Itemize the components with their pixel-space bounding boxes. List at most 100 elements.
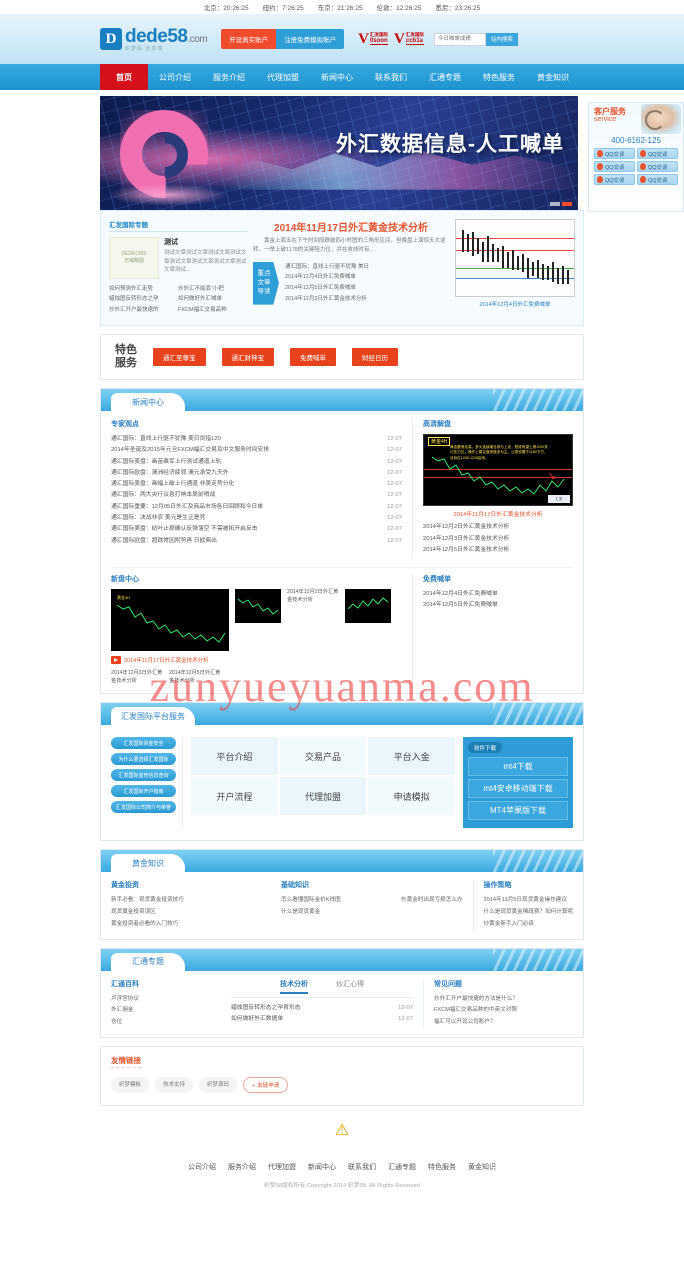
open-demo-account-button[interactable]: 注册免费模拟账户 bbox=[276, 29, 345, 49]
platform-cell-intro[interactable]: 平台介绍 bbox=[191, 737, 278, 776]
hd-list-item[interactable]: 2014年12月2日外汇黄金技术分析 bbox=[423, 522, 573, 534]
site-logo[interactable]: D dede58.com 织梦码 创享课 bbox=[100, 27, 208, 52]
feature-headline-title[interactable]: 2014年11月17日外汇黄金技术分析 bbox=[253, 219, 449, 234]
feature-link[interactable]: 蜡烛图反转形态之孕 bbox=[109, 294, 178, 304]
partner-logo-1[interactable]: V 汇发国际 0soon bbox=[358, 31, 389, 46]
video-big-thumbnail[interactable]: 黄金4H bbox=[111, 588, 229, 651]
news-center-tab[interactable]: 新闻中心 bbox=[111, 393, 185, 411]
platform-side-link-2[interactable]: 为什么要选择汇发国际 bbox=[111, 753, 176, 766]
video-big-caption-row[interactable]: 2014年11月17日外汇黄金技术分析 bbox=[111, 655, 229, 664]
news-list-item[interactable]: 通汇国际：决战非农 美元是生正是死 12-07 bbox=[111, 513, 402, 524]
hd-chart-caption[interactable]: 2014年11月17日外汇黄金技术分析 bbox=[423, 509, 573, 518]
key-reading-link[interactable]: 2014年12月4日外汇免费喊单 bbox=[285, 272, 449, 283]
friend-link-chip-2[interactable]: 技术支持 bbox=[155, 1076, 194, 1093]
huitong-faq-link[interactable]: 炒外汇开户最快捷的方法是什么？ bbox=[434, 994, 573, 1006]
news-list-item[interactable]: 通汇国际欧盘：澳洲经济疲弱 澳元承受九天外 12-07 bbox=[111, 468, 402, 479]
news-list-item[interactable]: 2014年圣诞及2015年元旦FXCM福汇交易及中文服务时间安排 12-07 bbox=[111, 445, 402, 456]
video-small-thumbnail-1[interactable] bbox=[235, 588, 281, 623]
friend-link-chip-1[interactable]: 织梦模板 bbox=[111, 1076, 150, 1093]
download-mt4-apple-button[interactable]: MT4苹果版下载 bbox=[468, 801, 568, 821]
qq-chat-button-3[interactable]: QQ交谈 bbox=[594, 161, 635, 172]
free-signal-item[interactable]: 2014年12月4日外汇免费喊单 bbox=[423, 589, 573, 601]
platform-cell-agency[interactable]: 代理加盟 bbox=[279, 777, 367, 816]
free-signal-item[interactable]: 2014年12月5日外汇免费喊单 bbox=[423, 600, 573, 612]
news-list-item[interactable]: 通汇国际欧盘：超跌常因附势再 日欧弗出 12-07 bbox=[111, 536, 402, 547]
nav-item-news[interactable]: 新闻中心 bbox=[310, 64, 364, 90]
video-small-caption-2[interactable]: 2014年12月3日外汇黄金技术分析 bbox=[111, 670, 163, 686]
partner-logo-2[interactable]: V 汇发国际 ccb1a bbox=[394, 31, 424, 46]
news-list-item[interactable]: 通汇国际：直线上行驱不犹豫 美日剑指120 12-07 bbox=[111, 434, 402, 445]
platform-cell-openflow[interactable]: 开户流程 bbox=[191, 777, 278, 816]
key-reading-link[interactable]: 通汇国际：直线上行驱不犹豫 美日 bbox=[285, 262, 449, 273]
special-button-caishenbao[interactable]: 通汇财神宝 bbox=[221, 348, 274, 366]
footer-nav-news[interactable]: 新闻中心 bbox=[308, 1162, 336, 1172]
nav-item-company[interactable]: 公司介绍 bbox=[148, 64, 202, 90]
huitong-list-item[interactable]: 如何做好外汇数据单 12-07 bbox=[231, 1014, 413, 1025]
qq-chat-button-2[interactable]: QQ交谈 bbox=[637, 148, 678, 159]
nav-item-home[interactable]: 首页 bbox=[100, 64, 148, 90]
gold-strategy-link[interactable]: 2014年12月5日现货黄金操作建议 bbox=[484, 895, 613, 907]
gold-invest-link[interactable]: 新手必看：现货黄金投资技巧 bbox=[111, 895, 271, 907]
qq-chat-button-4[interactable]: QQ交谈 bbox=[637, 161, 678, 172]
gold-invest-link[interactable]: 现货黄金投资误区 bbox=[111, 907, 271, 919]
huitong-list-item[interactable]: 蜡烛图反转形态之孕育形态 12-07 bbox=[231, 1003, 413, 1014]
video-small-caption-3[interactable]: 2014年12月5日外汇黄金技术分析 bbox=[169, 670, 221, 686]
friend-link-apply-button[interactable]: + 友链申请 bbox=[243, 1076, 289, 1093]
platform-services-tab[interactable]: 汇发国际平台服务 bbox=[111, 707, 195, 726]
feature-chart-caption[interactable]: 2014年12月4日外汇免费喊单 bbox=[455, 300, 575, 308]
feature-link[interactable]: 如何预测外汇走势 bbox=[109, 284, 178, 294]
news-list-item[interactable]: 通汇国际美盘：画苗乘军上行测试通道上轨 12-07 bbox=[111, 457, 402, 468]
footer-nav-contact[interactable]: 联系我们 bbox=[348, 1162, 376, 1172]
tab-trading-experience[interactable]: 炒汇心得 bbox=[336, 979, 364, 994]
platform-side-link-1[interactable]: 汇发国际资金安全 bbox=[111, 737, 176, 750]
nav-item-agency[interactable]: 代理加盟 bbox=[256, 64, 310, 90]
special-button-zhizunbao[interactable]: 通汇至尊宝 bbox=[153, 348, 206, 366]
qq-chat-button-1[interactable]: QQ交谈 bbox=[594, 148, 635, 159]
nav-item-contact[interactable]: 联系我们 bbox=[364, 64, 418, 90]
huitong-faq-link[interactable]: FXCM福汇交易品种的中英文对照 bbox=[434, 1005, 573, 1017]
feature-article-title[interactable]: 测试 bbox=[164, 237, 247, 247]
feature-link[interactable]: 炒外汇不能靠“小把 bbox=[178, 284, 247, 294]
key-reading-link[interactable]: 2014年12月5日外汇免费喊单 bbox=[285, 283, 449, 294]
footer-nav-special[interactable]: 特色服务 bbox=[428, 1162, 456, 1172]
footer-nav-services[interactable]: 服务介绍 bbox=[228, 1162, 256, 1172]
download-mt4-android-button[interactable]: mt4安卓移动端下载 bbox=[468, 779, 568, 799]
huitong-faq-link[interactable]: 福汇可以开设公司账户？ bbox=[434, 1017, 573, 1029]
search-button[interactable]: 站内搜索 bbox=[485, 32, 518, 46]
platform-cell-demo[interactable]: 申请模拟 bbox=[368, 777, 455, 816]
huitong-wiki-link[interactable]: 仓位 bbox=[111, 1017, 221, 1029]
key-reading-link[interactable]: 2014年12月2日外汇黄金技术分析 bbox=[285, 294, 449, 305]
hd-chart-image[interactable]: 黄金4H 黄金震荡走高，多头连续增仓参与上攻，短线有望上测1200关口压力位，操… bbox=[423, 434, 573, 506]
hd-list-item[interactable]: 2014年12月5日外汇黄金技术分析 bbox=[423, 545, 573, 557]
news-list-item[interactable]: 通汇国际：两大央行议息打响本周前哨战 12-07 bbox=[111, 490, 402, 501]
news-list-item[interactable]: 通汇国际美盘：画幅上破上行通道 非美走势分化 12-07 bbox=[111, 479, 402, 490]
platform-side-link-4[interactable]: 汇发国际开户指南 bbox=[111, 785, 176, 798]
hd-list-item[interactable]: 2014年12月3日外汇黄金技术分析 bbox=[423, 534, 573, 546]
feature-link[interactable]: 如何做好外汇喊单 bbox=[178, 294, 247, 304]
gold-knowledge-tab[interactable]: 黄金知识 bbox=[111, 854, 185, 873]
gold-strategy-link[interactable]: 炒黄金新手入门必读 bbox=[484, 919, 613, 931]
feature-link[interactable]: 炒外汇开户最快速的 bbox=[109, 305, 178, 315]
video-small-thumbnail-2[interactable] bbox=[345, 588, 391, 623]
footer-nav-topic[interactable]: 汇通专题 bbox=[388, 1162, 416, 1172]
feature-chart-image[interactable] bbox=[455, 219, 575, 297]
gold-strategy-link[interactable]: 什么是现货黄金稀疏费？如何计算呢 bbox=[484, 907, 613, 919]
nav-item-services[interactable]: 服务介绍 bbox=[202, 64, 256, 90]
friend-link-chip-3[interactable]: 织梦源码 bbox=[199, 1076, 238, 1093]
open-real-account-button[interactable]: 开设真实账户 bbox=[221, 29, 277, 49]
huitong-wiki-link[interactable]: 卢浮宫协议 bbox=[111, 994, 221, 1006]
feature-topic-tab[interactable]: 汇发国际专题 bbox=[109, 219, 247, 232]
video-small-caption-1[interactable]: 2014年12月2日外汇黄金技术分析 bbox=[287, 589, 339, 605]
platform-side-link-3[interactable]: 汇发国际监管信息查询 bbox=[111, 769, 176, 782]
qq-chat-button-6[interactable]: QQ交谈 bbox=[637, 174, 678, 185]
hero-banner[interactable]: 外汇数据信息-人工喊单 bbox=[100, 96, 578, 210]
platform-cell-deposit[interactable]: 平台入金 bbox=[368, 737, 455, 776]
platform-cell-products[interactable]: 交易产品 bbox=[279, 737, 367, 776]
special-button-free-signal[interactable]: 免费喊单 bbox=[290, 348, 336, 366]
banner-dot-2[interactable] bbox=[562, 202, 572, 206]
huitong-wiki-link[interactable]: 外汇佣金 bbox=[111, 1005, 221, 1017]
nav-item-gold[interactable]: 黄金知识 bbox=[526, 64, 580, 90]
gold-invest-link[interactable]: 黄金投资者必看的入门技巧 bbox=[111, 919, 271, 931]
nav-item-special[interactable]: 特色服务 bbox=[472, 64, 526, 90]
platform-side-link-5[interactable]: 汇发国际公司简介与荣誉 bbox=[111, 801, 176, 814]
